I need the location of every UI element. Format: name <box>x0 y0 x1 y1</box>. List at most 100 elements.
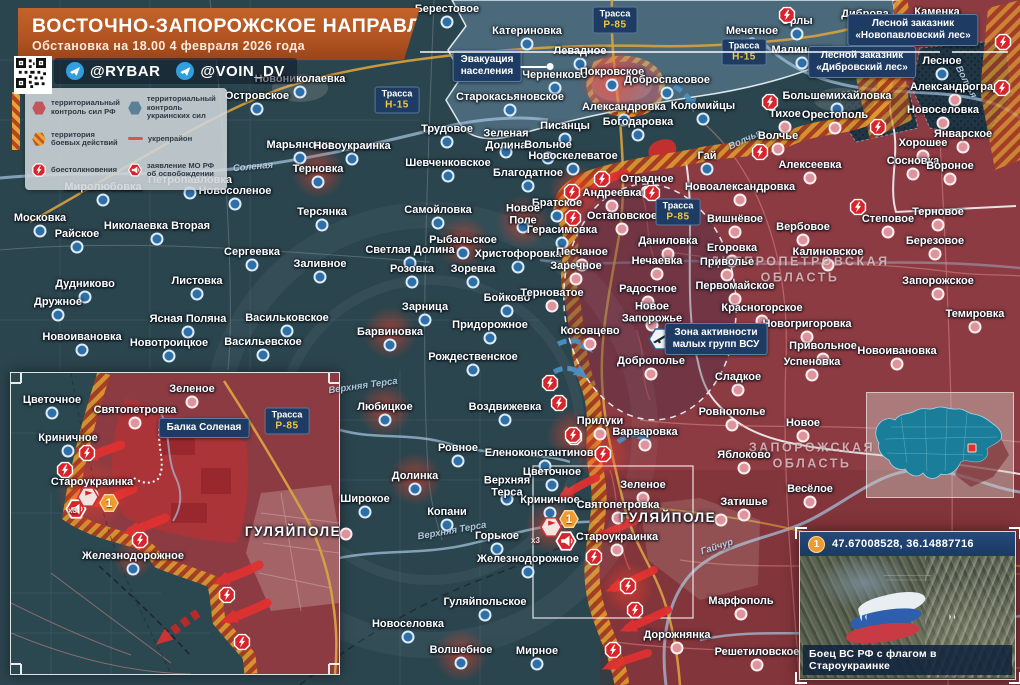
explosion-icon <box>594 445 612 463</box>
town-label: Шевченковское <box>405 157 491 170</box>
town-marker <box>931 287 945 301</box>
channel-handle-label: @RYBAR <box>90 62 161 80</box>
town-label: Горькое <box>474 530 520 543</box>
legend-item: территориальный контроль сил РФ <box>32 95 120 121</box>
legend-label: территориальный контроль украинских сил <box>146 94 216 121</box>
explosion-icon <box>56 461 74 479</box>
town-label: ГУЛЯЙПОЛЕ <box>619 509 717 525</box>
explosion-icon <box>585 548 603 566</box>
town-marker <box>700 162 714 176</box>
explosion-icon <box>994 33 1012 51</box>
town-marker <box>313 270 327 284</box>
town-marker <box>638 438 652 452</box>
town-marker <box>408 482 422 496</box>
telegram-icon <box>66 62 84 80</box>
town-label: Александровка <box>581 101 667 114</box>
town-label: Терновка <box>292 163 344 176</box>
town-marker <box>61 444 75 458</box>
town-marker <box>931 218 945 232</box>
town-label: Христофоровка <box>474 248 562 261</box>
town-marker <box>545 478 559 492</box>
town-label: Волшебное <box>429 644 493 657</box>
river-label: Соленая <box>232 159 274 175</box>
town-label: Алексеевка <box>778 159 842 172</box>
town-label: Решетиловское <box>714 646 800 659</box>
town-marker <box>228 197 242 211</box>
map-title: ВОСТОЧНО-ЗАПОРОЖСКОЕ НАПРАВЛЕНИЕ <box>32 15 478 37</box>
town-label: Варваровка <box>612 426 678 439</box>
town-marker <box>128 416 142 430</box>
town-marker <box>956 140 970 154</box>
river-label: Гайчур <box>699 536 735 558</box>
town-label: Николаевка Вторая <box>103 220 211 233</box>
town-label: Песчаное <box>556 246 608 259</box>
legend-label: боестолкновения <box>51 165 118 175</box>
town-label: Ровнополье <box>698 406 766 419</box>
town-label: Мирное <box>515 645 559 658</box>
town-label: Александроград <box>909 81 1001 94</box>
town-marker <box>185 395 199 409</box>
town-label: Листовка <box>171 275 223 288</box>
town-label: Марфополь <box>708 595 774 608</box>
town-marker <box>906 167 920 181</box>
town-label: Новоскелеватое <box>528 150 618 163</box>
town-marker <box>511 260 525 274</box>
legend-item: территория боевых действий <box>32 126 120 152</box>
town-marker <box>378 413 392 427</box>
town-label: Новоселовка <box>906 104 980 117</box>
town-label: Светлая Долина <box>365 244 455 257</box>
town-label: Святопетровка <box>93 404 177 417</box>
town-label: Терсянка <box>297 206 347 219</box>
road-badge: Трасса Р-85 <box>655 198 701 226</box>
town-label: Прилуки <box>576 415 624 428</box>
town-label: Березовое <box>905 235 965 248</box>
town-label: Лесное <box>922 55 962 68</box>
town-marker <box>545 299 559 313</box>
town-label: Новоивановка <box>857 345 937 358</box>
town-marker <box>150 232 164 246</box>
town-marker <box>790 27 804 41</box>
town-marker <box>466 275 480 289</box>
town-label: Терноватое <box>520 287 584 300</box>
photo-coordinates: 47.67008528, 36.14887716 <box>832 538 974 550</box>
channel-handle[interactable]: @VOIN_DV <box>176 62 284 80</box>
explosion-icon <box>993 79 1011 97</box>
megaphone-legend-icon <box>127 163 142 177</box>
town-label: Андреевка <box>582 187 642 200</box>
one-icon: 1 <box>99 493 119 513</box>
town-marker <box>250 102 264 116</box>
town-marker <box>610 543 624 557</box>
town-marker <box>33 224 47 238</box>
town-marker <box>345 152 359 166</box>
town-label: Трудовое <box>421 123 473 136</box>
town-label: Железнодорожное <box>477 553 579 566</box>
evac-callout: Эвакуация населения <box>452 50 554 82</box>
town-marker <box>315 218 329 232</box>
town-label: Даниловка <box>638 235 698 248</box>
channel-handle[interactable]: @RYBAR <box>66 62 160 80</box>
town-label: Приволье <box>699 256 755 269</box>
town-label: Привольное <box>789 340 857 353</box>
town-marker <box>890 357 904 371</box>
town-label: Дудниково <box>55 278 115 291</box>
header-rule <box>952 51 1008 53</box>
explosion-icon <box>593 170 611 188</box>
road-badge: Трасса Р-85 <box>264 407 310 435</box>
town-label: Староукраинка <box>575 531 659 544</box>
town-marker <box>550 209 564 223</box>
town-marker <box>771 142 785 156</box>
photo-corner-bracket <box>1009 672 1020 684</box>
explosion-icon <box>550 394 568 412</box>
town-label: Сладкое <box>714 371 762 384</box>
town-label: Новотроицкое <box>129 337 209 350</box>
town-marker <box>943 172 957 186</box>
town-label: Красногорское <box>721 302 803 315</box>
town-marker <box>418 313 432 327</box>
town-marker <box>440 135 454 149</box>
legend-label: территория боевых действий <box>51 129 118 148</box>
town-label: Берестовое <box>414 3 480 16</box>
town-label: Успеновка <box>783 356 841 369</box>
town-marker <box>405 275 419 289</box>
balka-callout: Балка Соленая <box>158 418 250 438</box>
town-label: Придорожное <box>452 319 528 332</box>
